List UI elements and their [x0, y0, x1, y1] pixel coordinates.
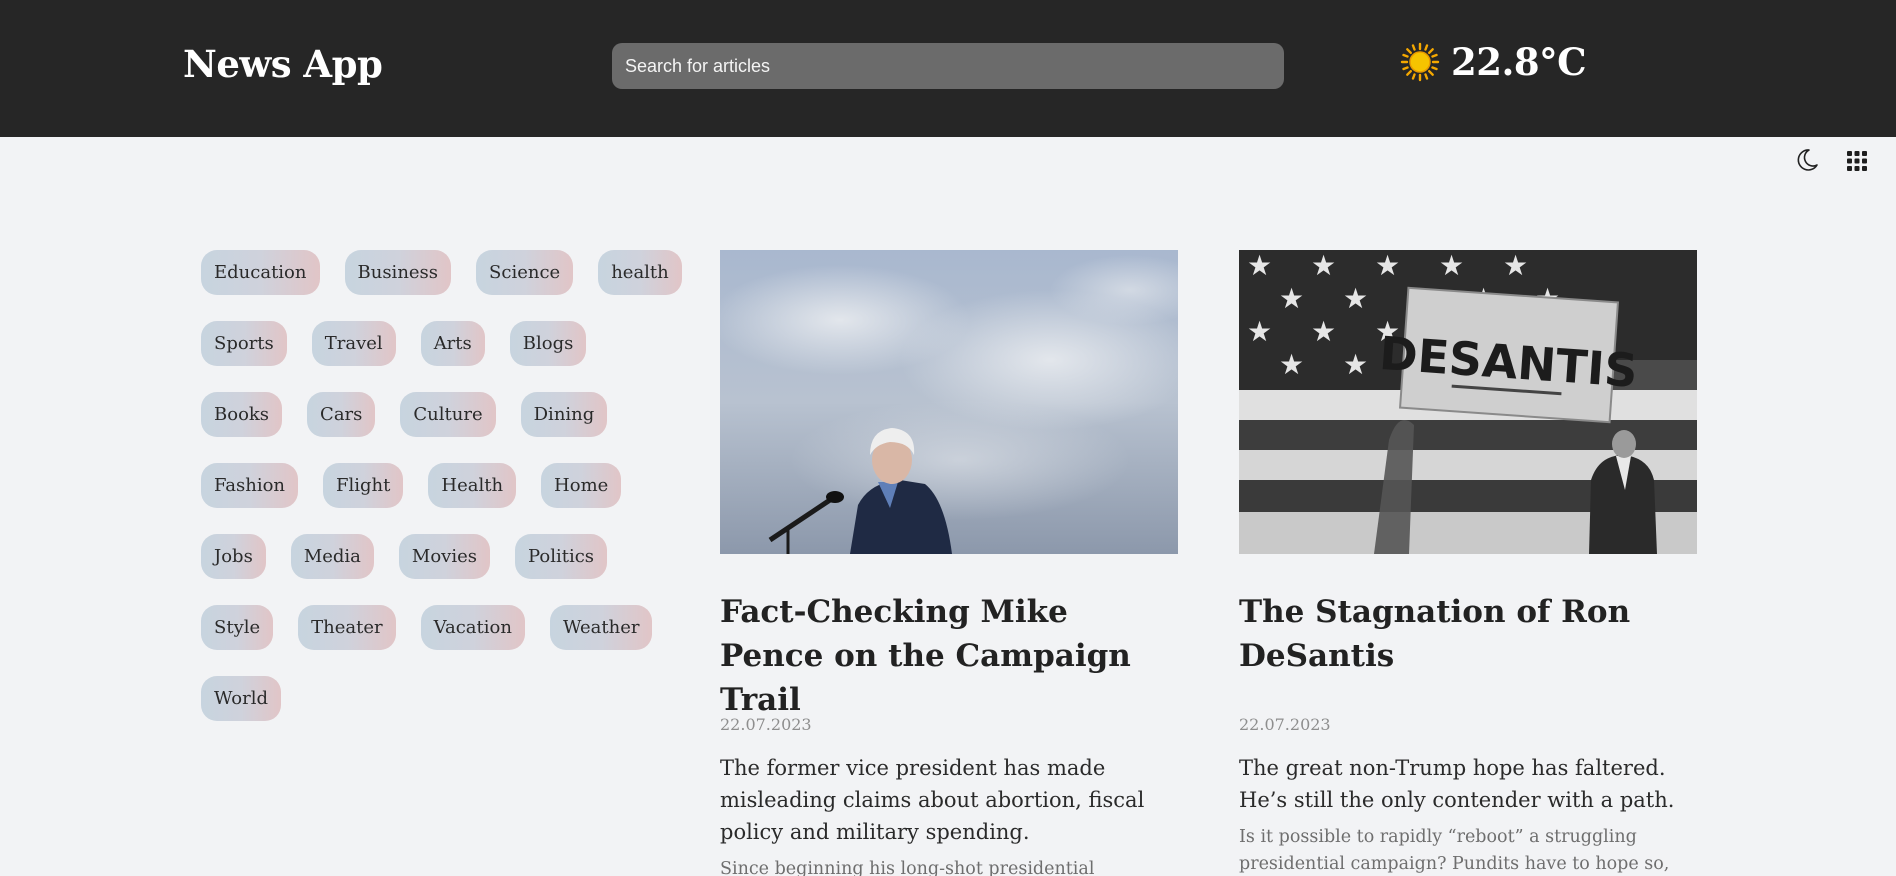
category-fashion[interactable]: Fashion — [201, 463, 299, 508]
category-row: Style Theater Vacation Weather — [201, 605, 671, 650]
category-books[interactable]: Books — [201, 392, 283, 437]
app-header: News App 22.8°C — [0, 0, 1896, 137]
search-input[interactable] — [612, 43, 1284, 89]
category-science[interactable]: Science — [476, 250, 574, 295]
svg-text:★: ★ — [1375, 250, 1400, 282]
category-education[interactable]: Education — [201, 250, 320, 295]
category-flight[interactable]: Flight — [323, 463, 404, 508]
svg-text:★: ★ — [1343, 348, 1368, 381]
weather-widget: 22.8°C — [1400, 40, 1587, 84]
svg-text:★: ★ — [1247, 250, 1272, 282]
category-home[interactable]: Home — [541, 463, 622, 508]
category-blogs[interactable]: Blogs — [509, 321, 587, 366]
article-body: Since beginning his long-shot presidenti… — [720, 859, 1095, 876]
category-theater[interactable]: Theater — [298, 605, 396, 650]
category-list: Education Business Science health Sports… — [201, 250, 682, 747]
svg-text:★: ★ — [1279, 348, 1304, 381]
category-travel[interactable]: Travel — [311, 321, 396, 366]
category-health[interactable]: Health — [428, 463, 517, 508]
article-date: 22.07.2023 — [720, 715, 812, 734]
category-row: Sports Travel Arts Blogs — [201, 321, 671, 366]
article-image[interactable] — [720, 250, 1178, 554]
category-row: Jobs Media Movies Politics — [201, 534, 671, 579]
svg-text:★: ★ — [1279, 282, 1304, 315]
article-card[interactable]: Fact-Checking Mike Pence on the Campaign… — [720, 250, 1178, 876]
category-jobs[interactable]: Jobs — [201, 534, 266, 579]
category-media[interactable]: Media — [290, 534, 374, 579]
category-row: Books Cars Culture Dining — [201, 392, 671, 437]
category-world[interactable]: World — [201, 676, 281, 721]
category-business[interactable]: Business — [344, 250, 452, 295]
category-row: World — [201, 676, 671, 721]
grid-icon[interactable] — [1847, 151, 1867, 171]
article-date: 22.07.2023 — [1239, 715, 1331, 734]
sun-icon — [1400, 42, 1440, 82]
category-health-lower[interactable]: health — [598, 250, 682, 295]
category-vacation[interactable]: Vacation — [420, 605, 525, 650]
svg-text:★: ★ — [1503, 250, 1528, 282]
category-row: Education Business Science health — [201, 250, 682, 295]
article-card[interactable]: ★★★★★ ★★★★★ ★★★ ★★★ DESANTIS The Stagnat… — [1239, 250, 1697, 874]
article-body: Is it possible to rapidly “reboot” a str… — [1239, 827, 1670, 874]
category-politics[interactable]: Politics — [515, 534, 608, 579]
svg-text:★: ★ — [1439, 250, 1464, 282]
category-sports[interactable]: Sports — [201, 321, 287, 366]
article-title[interactable]: Fact-Checking Mike Pence on the Campaign… — [720, 590, 1178, 722]
svg-text:★: ★ — [1343, 282, 1368, 315]
category-culture[interactable]: Culture — [400, 392, 496, 437]
svg-text:★: ★ — [1311, 250, 1336, 282]
category-cars[interactable]: Cars — [307, 392, 376, 437]
category-style[interactable]: Style — [201, 605, 274, 650]
article-image[interactable]: ★★★★★ ★★★★★ ★★★ ★★★ DESANTIS — [1239, 250, 1697, 554]
svg-text:★: ★ — [1247, 315, 1272, 348]
app-title[interactable]: News App — [183, 42, 383, 86]
article-title[interactable]: The Stagnation of Ron DeSantis — [1239, 590, 1697, 678]
category-row: Fashion Flight Health Home — [201, 463, 671, 508]
article-summary: The great non-Trump hope has faltered. H… — [1239, 756, 1675, 812]
temperature-value: 22.8°C — [1451, 40, 1587, 84]
category-dining[interactable]: Dining — [520, 392, 608, 437]
category-arts[interactable]: Arts — [420, 321, 485, 366]
article-summary: The former vice president has made misle… — [720, 756, 1145, 844]
moon-icon[interactable] — [1795, 147, 1819, 173]
category-movies[interactable]: Movies — [398, 534, 490, 579]
category-weather[interactable]: Weather — [549, 605, 653, 650]
svg-text:★: ★ — [1311, 315, 1336, 348]
